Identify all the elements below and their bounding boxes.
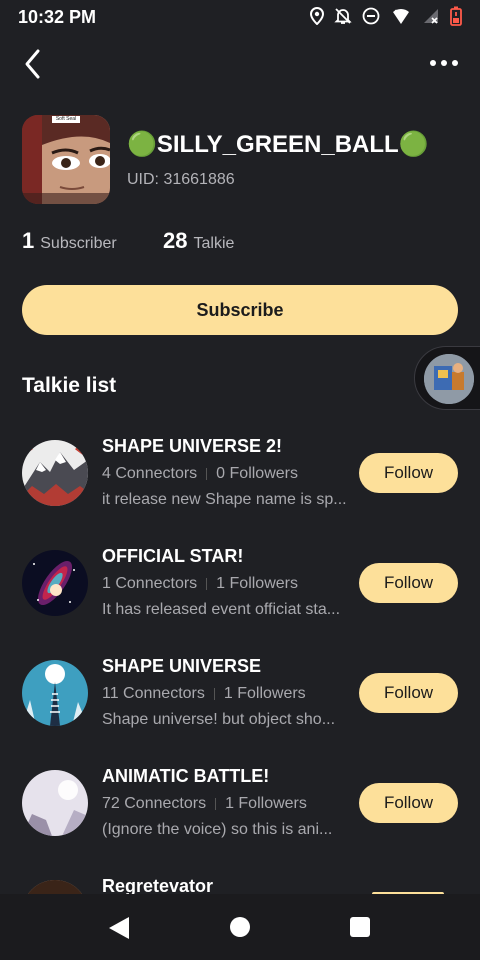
- system-nav-bar: [0, 894, 480, 960]
- nav-back-icon: [109, 917, 129, 939]
- talkie-label: Talkie: [193, 235, 235, 252]
- talkie-thumbnail: [22, 660, 88, 726]
- back-button[interactable]: [20, 46, 48, 82]
- avatar[interactable]: Soft Seal: [22, 115, 110, 204]
- floating-assistant-button[interactable]: [414, 346, 480, 410]
- follow-button[interactable]: Follow: [359, 453, 458, 493]
- talkie-thumbnail: [22, 770, 88, 836]
- talkie-description: (Ignore the voice) so this is ani...: [102, 821, 333, 838]
- more-horizontal-icon: [430, 60, 436, 66]
- connectors-count: 72 Connectors: [102, 795, 207, 812]
- talkie-title: SHAPE UNIVERSE: [102, 656, 262, 676]
- divider: [206, 468, 208, 480]
- talkie-description: It has released event officiat sta...: [102, 601, 341, 618]
- notifications-off-icon: [334, 8, 352, 24]
- divider: [213, 688, 215, 700]
- talkie-thumbnail: [22, 880, 88, 894]
- list-item[interactable]: SHAPE UNIVERSE 11 Connectors 1 Followers…: [0, 656, 480, 760]
- talkie-description: it release new Shape name is sp...: [102, 491, 347, 508]
- list-item[interactable]: ANIMATIC BATTLE! 72 Connectors 1 Followe…: [0, 766, 480, 870]
- do-not-disturb-icon: [362, 7, 380, 25]
- section-title: Talkie list: [22, 374, 117, 397]
- wifi-icon: [393, 8, 409, 24]
- talkie-thumbnail: [22, 550, 88, 616]
- list-item[interactable]: OFFICIAL STAR! 1 Connectors 1 Followers …: [0, 546, 480, 650]
- followers-count: 1 Followers: [225, 795, 307, 812]
- talkie-description: Shape universe! but object sho...: [102, 711, 336, 728]
- profile-name: 🟢SILLY_GREEN_BALL🟢: [127, 131, 429, 158]
- talkie-meta: 1 Connectors 1 Followers: [102, 575, 298, 593]
- chevron-left-icon: [25, 49, 40, 79]
- followers-count: 1 Followers: [216, 575, 298, 592]
- follow-button[interactable]: Follow: [359, 783, 458, 823]
- status-time: 10:32 PM: [18, 7, 97, 27]
- floating-assistant-icon: [424, 354, 474, 404]
- subscriber-label: Subscriber: [40, 235, 117, 252]
- talkie-stat[interactable]: 28 Talkie: [163, 228, 234, 254]
- avatar-badge: Soft Seal: [55, 116, 77, 122]
- talkie-meta: 72 Connectors 1 Followers: [102, 795, 307, 813]
- subscribe-button[interactable]: Subscribe: [22, 285, 458, 335]
- follow-button[interactable]: Follow: [359, 673, 458, 713]
- location-icon: [310, 7, 324, 25]
- status-bar: 10:32 PM: [0, 0, 480, 34]
- connectors-count: 1 Connectors: [102, 575, 198, 592]
- nav-recents-icon[interactable]: [350, 917, 370, 937]
- profile-uid: UID: 31661886: [127, 171, 235, 188]
- nav-back-button[interactable]: [108, 916, 130, 945]
- divider: [215, 798, 217, 810]
- talkie-thumbnail: [22, 440, 88, 506]
- talkie-title: Regretevator: [102, 876, 214, 894]
- talkie-title: ANIMATIC BATTLE!: [102, 766, 270, 786]
- connectors-count: 11 Connectors: [102, 685, 205, 702]
- avatar-image: [22, 115, 110, 204]
- connectors-count: 4 Connectors: [102, 465, 198, 482]
- nav-home-icon[interactable]: [230, 917, 250, 937]
- talkie-meta: 11 Connectors 1 Followers: [102, 685, 306, 703]
- followers-count: 0 Followers: [216, 465, 298, 482]
- battery-low-icon: [450, 6, 462, 26]
- list-item-partial[interactable]: Regretevator: [0, 870, 480, 894]
- divider: [206, 578, 208, 590]
- list-item[interactable]: SHAPE UNIVERSE 2! 4 Connectors 0 Followe…: [0, 436, 480, 540]
- more-options-button[interactable]: [426, 56, 458, 70]
- subscriber-count: 1: [22, 228, 35, 253]
- talkie-count: 28: [163, 228, 188, 253]
- cellular-no-signal-icon: [424, 9, 438, 24]
- followers-count: 1 Followers: [223, 685, 306, 702]
- talkie-title: SHAPE UNIVERSE 2!: [102, 436, 283, 456]
- talkie-meta: 4 Connectors 0 Followers: [102, 465, 298, 483]
- follow-button[interactable]: Follow: [359, 563, 458, 603]
- status-icons: [310, 6, 462, 26]
- talkie-title: OFFICIAL STAR!: [102, 546, 244, 566]
- subscriber-stat[interactable]: 1 Subscriber: [22, 228, 117, 254]
